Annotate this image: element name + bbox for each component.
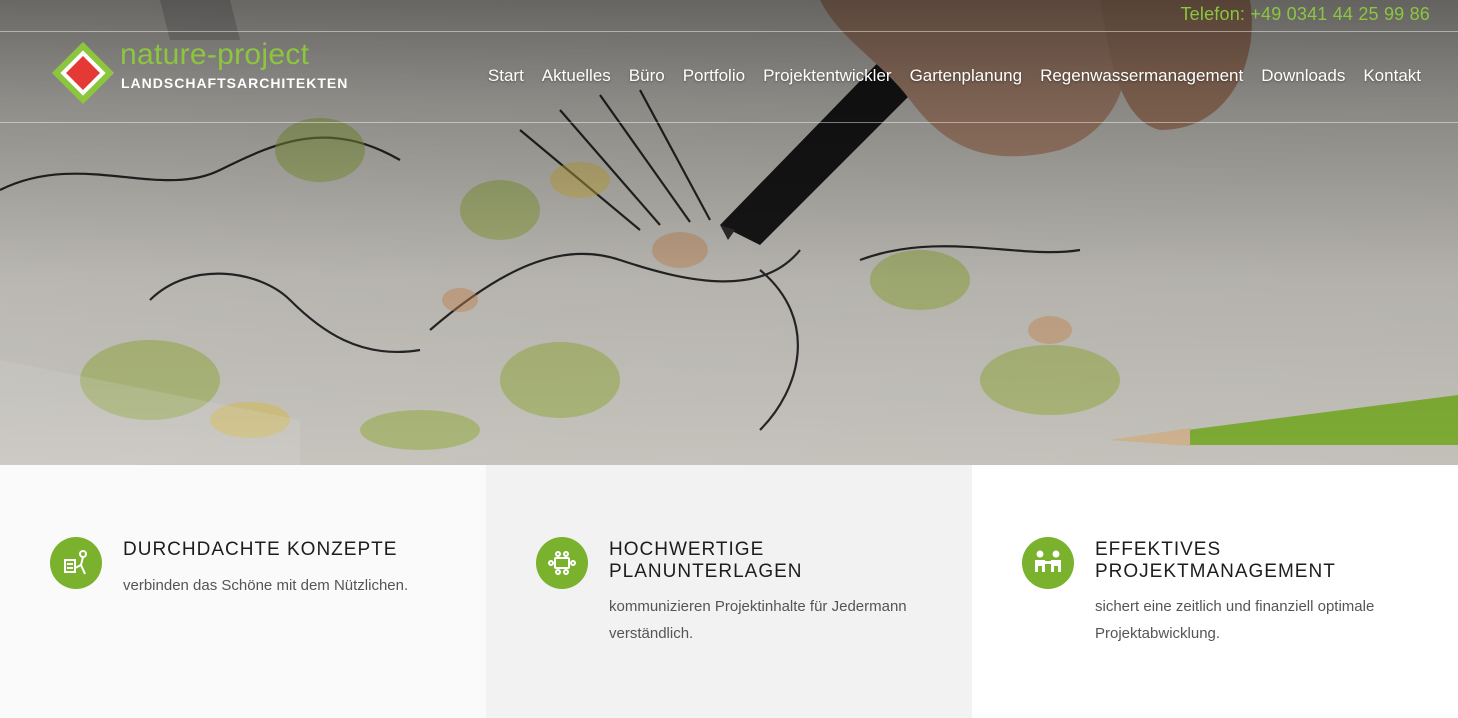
people-icon bbox=[1022, 537, 1074, 589]
feature-section: DURCHDACHTE KONZEPTE verbinden das Schön… bbox=[0, 465, 1458, 718]
logo-subtitle: LANDSCHAFTSARCHITEKTEN bbox=[121, 75, 349, 91]
nav-downloads[interactable]: Downloads bbox=[1261, 66, 1345, 86]
hero-banner: Telefon: +49 0341 44 25 99 86 nature-pro… bbox=[0, 0, 1458, 465]
feature-title: DURCHDACHTE KONZEPTE bbox=[123, 539, 398, 560]
feature-text: verbinden das Schöne mit dem Nützlichen. bbox=[123, 577, 409, 594]
nav-regenwassermanagement[interactable]: Regenwassermanagement bbox=[1040, 66, 1243, 86]
nav-kontakt[interactable]: Kontakt bbox=[1363, 66, 1421, 86]
logo-name: nature-project bbox=[120, 38, 310, 71]
nav-aktuelles[interactable]: Aktuelles bbox=[542, 66, 611, 86]
meeting-table-icon bbox=[536, 537, 588, 589]
nav-buero[interactable]: Büro bbox=[629, 66, 665, 86]
planning-icon bbox=[50, 537, 102, 589]
feature-title: EFFEKTIVES PROJEKTMANAGEMENT bbox=[1095, 539, 1336, 582]
feature-text: kommunizieren Projektinhalte für Jederma… bbox=[609, 598, 907, 642]
header-divider-bottom bbox=[0, 122, 1458, 123]
nav-projektentwickler[interactable]: Projektentwickler bbox=[763, 66, 892, 86]
nav-gartenplanung[interactable]: Gartenplanung bbox=[910, 66, 1022, 86]
site-logo[interactable]: nature-project LANDSCHAFTSARCHITEKTEN bbox=[50, 38, 350, 106]
phone-number[interactable]: Telefon: +49 0341 44 25 99 86 bbox=[1180, 4, 1430, 28]
main-navigation: Start Aktuelles Büro Portfolio Projekten… bbox=[488, 66, 1421, 86]
feature-title: HOCHWERTIGE PLANUNTERLAGEN bbox=[609, 539, 803, 582]
nav-start[interactable]: Start bbox=[488, 66, 524, 86]
header-divider-top bbox=[0, 31, 1458, 32]
feature-text: sichert eine zeitlich und finanziell opt… bbox=[1095, 598, 1375, 642]
feature-column-planunterlagen: HOCHWERTIGE PLANUNTERLAGEN kommunizieren… bbox=[486, 465, 972, 718]
nav-portfolio[interactable]: Portfolio bbox=[683, 66, 745, 86]
feature-column-projektmanagement: EFFEKTIVES PROJEKTMANAGEMENT sichert ein… bbox=[972, 465, 1458, 718]
feature-column-konzepte: DURCHDACHTE KONZEPTE verbinden das Schön… bbox=[0, 465, 486, 718]
logo-diamond-icon bbox=[51, 41, 115, 105]
